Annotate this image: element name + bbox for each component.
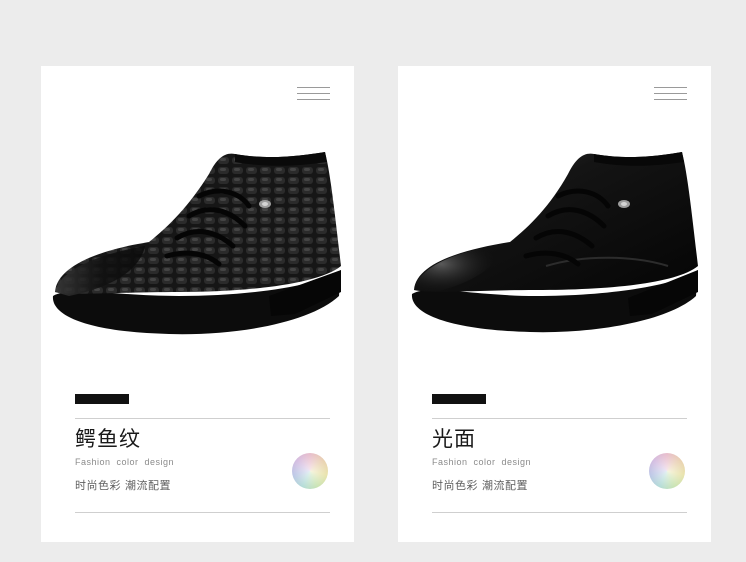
subtitle-chinese: 时尚色彩 潮流配置 <box>75 479 171 492</box>
menu-lines-icon <box>654 87 687 105</box>
subtitle-english: Fashion color design <box>75 457 175 467</box>
accent-bar <box>75 394 129 404</box>
divider <box>75 512 330 513</box>
smooth-boot-image <box>411 152 698 333</box>
crocodile-boot-image <box>52 152 342 335</box>
subtitle-chinese: 时尚色彩 潮流配置 <box>432 479 528 492</box>
subtitle-english: Fashion color design <box>432 457 532 467</box>
color-wheel-icon <box>292 453 328 489</box>
divider <box>432 418 687 419</box>
divider <box>75 418 330 419</box>
divider <box>432 512 687 513</box>
product-card-smooth: 光面 Fashion color design 时尚色彩 潮流配置 <box>398 66 711 542</box>
accent-bar <box>432 394 486 404</box>
product-title: 光面 <box>432 427 476 451</box>
menu-lines-icon <box>297 87 330 105</box>
product-title: 鳄鱼纹 <box>75 427 141 451</box>
color-wheel-icon <box>649 453 685 489</box>
product-card-crocodile: 鳄鱼纹 Fashion color design 时尚色彩 潮流配置 <box>41 66 354 542</box>
